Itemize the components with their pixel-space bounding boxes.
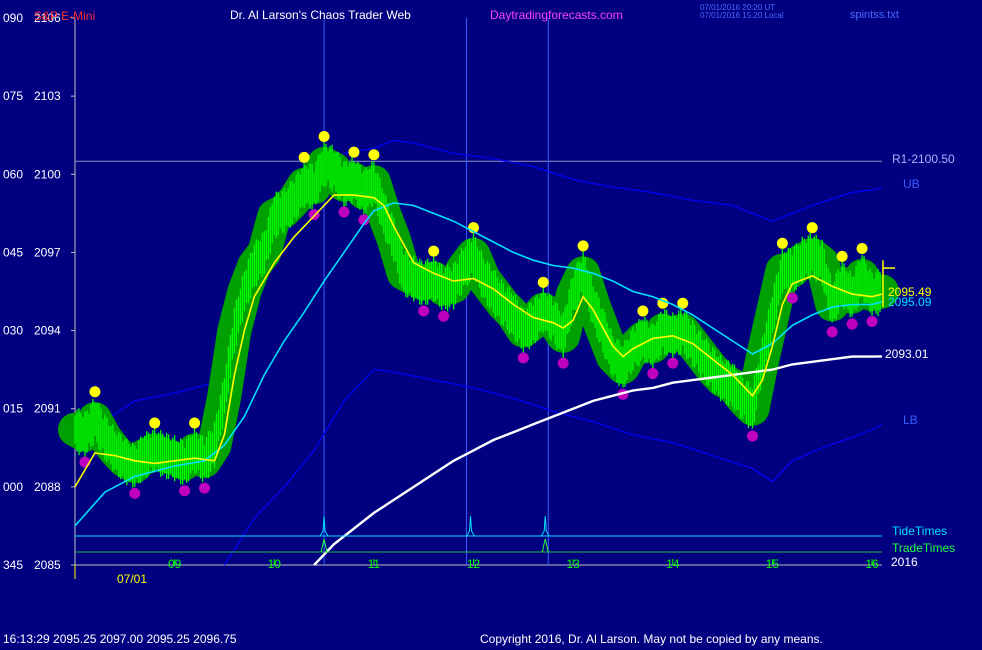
y-tick-price-2088: 2088 bbox=[34, 480, 61, 494]
trade-spike bbox=[541, 538, 549, 553]
high-dot bbox=[189, 417, 201, 429]
low-dot bbox=[557, 357, 569, 369]
y-tick-angle-015: 015 bbox=[3, 402, 23, 416]
low-dot bbox=[667, 357, 679, 369]
y-tick-price-2085: 2085 bbox=[34, 558, 61, 572]
data-file: spintss.txt bbox=[850, 9, 899, 21]
symbol-title: S&P E-Mini bbox=[34, 9, 96, 23]
high-dot bbox=[318, 131, 330, 143]
low-dot bbox=[647, 368, 659, 380]
low-dot bbox=[746, 430, 758, 442]
ub-label: UB bbox=[903, 177, 920, 191]
high-dot bbox=[89, 386, 101, 398]
high-dot bbox=[149, 417, 161, 429]
low-dot bbox=[826, 326, 838, 338]
y-tick-price-2103: 2103 bbox=[34, 89, 61, 103]
high-dot bbox=[368, 149, 380, 161]
quote-readout: 16:13:29 2095.25 2097.00 2095.25 2096.75 bbox=[3, 632, 237, 646]
high-dot bbox=[298, 151, 310, 163]
r1-label: R1-2100.50 bbox=[892, 152, 955, 166]
slow-avg-label: 2093.01 bbox=[885, 347, 929, 361]
low-dot bbox=[866, 315, 878, 327]
high-dot bbox=[806, 222, 818, 234]
y-tick-angle-030: 030 bbox=[3, 324, 23, 338]
date-label: 07/01 bbox=[117, 572, 148, 586]
high-dot bbox=[836, 250, 848, 262]
low-dot bbox=[438, 310, 450, 322]
high-dot bbox=[577, 240, 589, 252]
site-link[interactable]: Daytradingforecasts.com bbox=[490, 8, 623, 22]
y-tick-angle-090: 090 bbox=[3, 11, 23, 25]
low-dot bbox=[786, 292, 798, 304]
high-dot bbox=[776, 237, 788, 249]
slow-ma-line bbox=[313, 355, 883, 566]
trade-times-label: TradeTimes bbox=[892, 541, 956, 555]
y-tick-price-2091: 2091 bbox=[34, 402, 61, 416]
author-title: Dr. Al Larson's Chaos Trader Web bbox=[230, 8, 411, 22]
low-dot bbox=[517, 352, 529, 364]
y-tick-price-2097: 2097 bbox=[34, 245, 61, 259]
chart-canvas: 090 2106075 2103060 2100045 2097030 2094015 20… bbox=[3, 11, 899, 579]
low-dot bbox=[418, 305, 430, 317]
chart-window: 090 2106 075 2103 060 2100 045 2097 030 2094 015 20… bbox=[0, 0, 982, 650]
high-dot bbox=[537, 276, 549, 288]
copyright: Copyright 2016, Dr. Al Larson. May not b… bbox=[480, 632, 823, 646]
y-tick-price-2100: 2100 bbox=[34, 167, 61, 181]
high-dot bbox=[428, 245, 440, 257]
year-label: 2016 bbox=[891, 555, 918, 569]
y-tick-angle-000: 000 bbox=[3, 480, 23, 494]
low-dot bbox=[338, 206, 350, 218]
y-tick-angle-345: 345 bbox=[3, 558, 23, 572]
low-dot bbox=[199, 482, 211, 494]
high-dot bbox=[637, 305, 649, 317]
high-dot bbox=[856, 243, 868, 255]
y-tick-price-2094: 2094 bbox=[34, 324, 61, 338]
tide-spike bbox=[466, 515, 475, 537]
lb-label: LB bbox=[903, 413, 918, 427]
tide-times-label: TideTimes bbox=[892, 524, 948, 538]
low-dot bbox=[129, 487, 141, 499]
low-dot bbox=[846, 318, 858, 330]
low-dot bbox=[179, 485, 191, 497]
y-tick-angle-075: 075 bbox=[3, 89, 23, 103]
y-tick-angle-060: 060 bbox=[3, 167, 23, 181]
fast-avg-label: 2095.09 bbox=[888, 295, 932, 309]
timestamp-local: 07/01/2016 15:20 Local bbox=[700, 11, 784, 20]
y-tick-angle-045: 045 bbox=[3, 245, 23, 259]
high-dot bbox=[348, 146, 360, 158]
